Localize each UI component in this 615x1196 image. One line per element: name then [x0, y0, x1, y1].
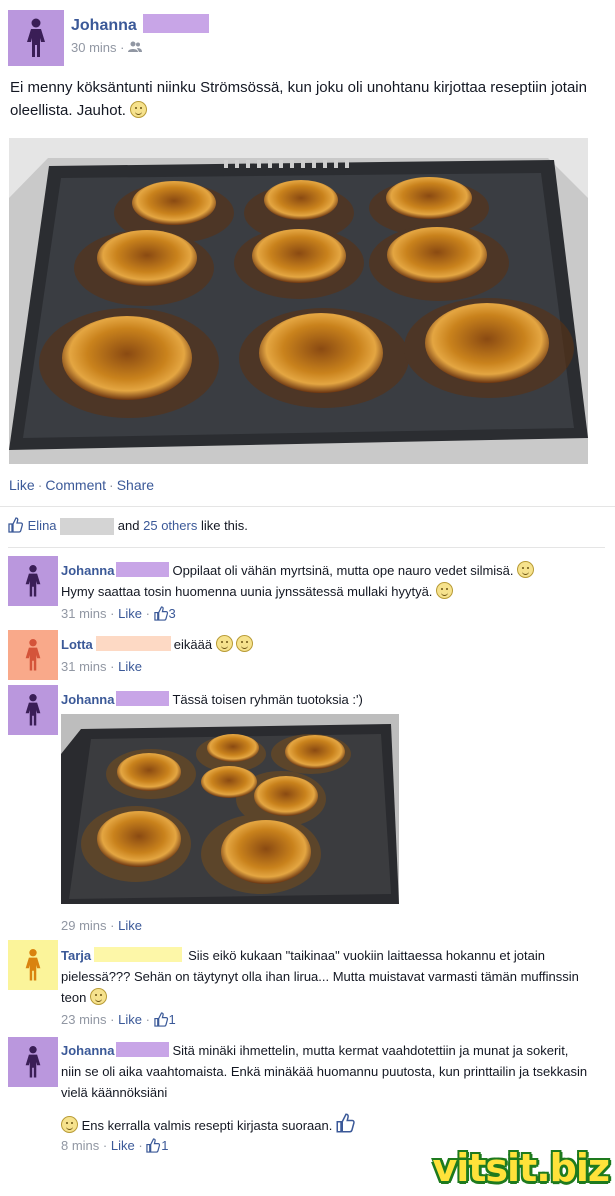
comment-text: eikäää [173, 637, 213, 652]
liker-name[interactable]: Elina [28, 518, 57, 533]
comment-like-link[interactable]: Like [118, 918, 142, 933]
comment-like-count[interactable]: 1 [169, 1012, 176, 1027]
comment-like-link[interactable]: Like [111, 1138, 135, 1153]
likes-and-text: and [117, 518, 140, 533]
author-avatar[interactable] [8, 10, 64, 66]
commenter-avatar[interactable] [8, 556, 58, 606]
friends-privacy-icon[interactable] [128, 41, 143, 53]
redacted-name [60, 518, 115, 536]
person-icon [25, 949, 41, 981]
post-text: Ei menny köksäntunti niinku Strömsössä, … [10, 76, 605, 122]
author-name[interactable]: Johanna [71, 14, 210, 35]
post-actions: Like · Comment · Share [9, 477, 155, 493]
likes-count-link[interactable]: 25 others [143, 518, 197, 533]
comment-author[interactable]: Lotta [61, 637, 93, 652]
commenter-avatar[interactable] [8, 1037, 58, 1087]
comment-text-line2: Ens kerralla valmis resepti kirjasta suo… [81, 1118, 333, 1133]
comment-body: Johanna Oppilaat oli vähän myrtsinä, mutt… [61, 560, 607, 621]
laugh-emoji-icon [89, 988, 107, 1005]
smile-emoji-icon [236, 635, 254, 652]
comment-body: Johanna Sitä minäki ihmettelin, mutta ker… [61, 1042, 588, 1153]
smile-emoji-icon [61, 1116, 78, 1133]
comment-time[interactable]: 23 mins [61, 1012, 107, 1027]
muffin-tray-photo [9, 138, 588, 464]
comment-like-count[interactable]: 1 [161, 1138, 168, 1153]
comment-author[interactable]: Johanna [61, 563, 114, 578]
redacted-name [143, 14, 210, 33]
comment-body: Johanna Tässä toisen ryhmän tuotoksia :') [61, 689, 607, 710]
redacted-name [116, 691, 170, 706]
redacted-name [116, 562, 170, 577]
comment-author[interactable]: Johanna [61, 1043, 114, 1058]
divider [8, 547, 605, 548]
muffin-tray-photo-2 [61, 714, 399, 904]
comment-like-link[interactable]: Like [118, 659, 142, 674]
like-link[interactable]: Like [9, 477, 35, 493]
comment-body: Lotta eikäää 31 mins · Like [61, 634, 607, 674]
comment-photo[interactable] [61, 714, 399, 904]
tongue-emoji-icon [436, 582, 454, 599]
share-link[interactable]: Share [117, 477, 154, 493]
person-icon [27, 18, 45, 57]
comment-like-link[interactable]: Like [118, 1012, 142, 1027]
comment-meta: 29 mins · Like [61, 918, 142, 933]
redacted-name [95, 636, 171, 651]
person-icon [25, 639, 41, 671]
thumbs-up-icon [146, 1138, 161, 1153]
comment-like-link[interactable]: Like [118, 606, 142, 621]
commenter-avatar[interactable] [8, 685, 58, 735]
thumbs-up-icon [153, 1012, 168, 1027]
post-time[interactable]: 30 mins [71, 40, 117, 55]
person-icon [25, 1046, 41, 1078]
comment-time[interactable]: 8 mins [61, 1138, 99, 1153]
commenter-avatar[interactable] [8, 940, 58, 990]
redacted-name [116, 1042, 170, 1057]
comment-time[interactable]: 31 mins [61, 659, 107, 674]
comment-text: Tässä toisen ryhmän tuotoksia :') [172, 692, 363, 707]
comment-author[interactable]: Tarja [61, 948, 91, 963]
thumbs-up-emoji-icon [336, 1113, 355, 1133]
comment-text-line2: Hymy saattaa tosin huomenna uunia jynssä… [61, 584, 433, 599]
comment-time[interactable]: 29 mins [61, 918, 107, 933]
person-icon [25, 694, 41, 726]
likes-summary: Elina and 25 others like this. [8, 517, 248, 536]
smile-emoji-icon [130, 101, 148, 118]
smile-emoji-icon [517, 561, 535, 578]
likes-suffix-text: like this. [200, 518, 248, 533]
thumbs-up-icon [8, 517, 24, 533]
post-meta: 30 mins · [71, 40, 143, 55]
redacted-name [94, 947, 183, 962]
comment-author[interactable]: Johanna [61, 692, 114, 707]
person-icon [25, 565, 41, 597]
comment-body: Tarja Siis eikö kukaan "taikinaa" vuokiin… [61, 947, 579, 1027]
watermark-logo: vitsit.biz [432, 1146, 610, 1190]
thumbs-up-icon [153, 606, 168, 621]
comment-link[interactable]: Comment [45, 477, 106, 493]
comment-time[interactable]: 31 mins [61, 606, 107, 621]
comment-like-count[interactable]: 3 [169, 606, 176, 621]
post-body: Ei menny köksäntunti niinku Strömsössä, … [10, 79, 587, 119]
author-name-text[interactable]: Johanna [71, 17, 137, 34]
divider [0, 506, 615, 507]
smile-emoji-icon [215, 635, 233, 652]
post-photo[interactable] [9, 138, 588, 464]
commenter-avatar[interactable] [8, 630, 58, 680]
comment-text: Oppilaat oli vähän myrtsinä, mutta ope n… [172, 563, 514, 578]
